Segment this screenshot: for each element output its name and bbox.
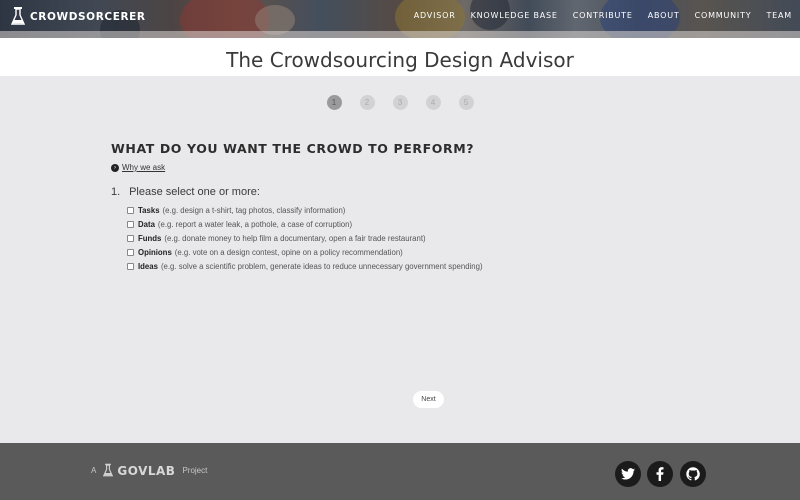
why-we-ask-link[interactable]: Why we ask [122,163,165,172]
checkbox[interactable] [127,220,134,228]
option-label: Ideas [138,262,158,272]
option-hint: (e.g. design a t-shirt, tag photos, clas… [162,205,346,215]
option-tasks[interactable]: Tasks (e.g. design a t-shirt, tag photos… [127,203,483,217]
prompt-text: Please select one or more: [129,186,260,198]
step-1[interactable]: 1 [326,95,342,110]
banner-strip [0,31,800,38]
step-5[interactable]: 5 [458,95,474,110]
option-ideas[interactable]: Ideas (e.g. solve a scientific problem, … [127,260,483,274]
facebook-icon [656,467,664,481]
option-opinions[interactable]: Opinions (e.g. vote on a design contest,… [127,246,483,260]
options-list: Tasks (e.g. design a t-shirt, tag photos… [127,203,483,274]
checkbox[interactable] [127,234,134,242]
nav-advisor[interactable]: ADVISOR [414,11,456,20]
next-button[interactable]: Next [413,391,444,408]
option-data[interactable]: Data (e.g. report a water leak, a pothol… [127,217,483,231]
footer-suffix: Project [182,466,208,475]
step-2[interactable]: 2 [359,95,375,110]
header-banner: CROWDSORCERER ADVISOR KNOWLEDGE BASE CON… [0,0,800,38]
nav-contribute[interactable]: CONTRIBUTE [573,11,633,20]
option-hint: (e.g. report a water leak, a pothole, a … [157,219,353,229]
footer: A GOVLAB Project [0,443,800,500]
nav-about[interactable]: ABOUT [648,11,680,20]
footer-prefix: A [91,466,97,475]
checkbox[interactable] [127,249,134,257]
checkbox[interactable] [127,263,134,271]
option-label: Funds [138,233,162,243]
arrow-circle-icon: › [111,163,119,172]
option-hint: (e.g. solve a scientific problem, genera… [160,262,483,272]
step-4[interactable]: 4 [425,95,441,110]
nav-community[interactable]: COMMUNITY [695,11,752,20]
step-indicator: 1 2 3 4 5 [0,95,800,110]
govlab-brand[interactable]: A GOVLAB Project [91,463,207,478]
option-label: Opinions [138,248,172,258]
option-hint: (e.g. donate money to help film a docume… [164,233,426,243]
option-hint: (e.g. vote on a design contest, opine on… [174,248,403,258]
checkbox[interactable] [127,206,134,214]
flask-icon [11,7,25,25]
nav-knowledge-base[interactable]: KNOWLEDGE BASE [471,11,558,20]
flask-icon [103,463,114,477]
question-prompt: 1. Please select one or more: [111,186,260,198]
brand-name: CROWDSORCERER [30,10,146,23]
govlab-logo-text: GOVLAB [117,463,176,478]
nav-team[interactable]: TEAM [766,11,792,20]
step-3[interactable]: 3 [392,95,408,110]
why-we-ask[interactable]: › Why we ask [111,163,165,172]
github-button[interactable] [680,461,706,487]
question-heading: WHAT DO YOU WANT THE CROWD TO PERFORM? [111,141,475,156]
option-label: Data [138,219,155,229]
twitter-icon [621,468,635,480]
page-title: The Crowdsourcing Design Advisor [226,48,574,72]
github-icon [686,467,700,481]
twitter-button[interactable] [615,461,641,487]
title-band: The Crowdsourcing Design Advisor [0,38,800,76]
facebook-button[interactable] [647,461,673,487]
option-label: Tasks [138,205,160,215]
main-nav: ADVISOR KNOWLEDGE BASE CONTRIBUTE ABOUT … [399,11,792,20]
option-funds[interactable]: Funds (e.g. donate money to help film a … [127,231,483,245]
brand-logo[interactable]: CROWDSORCERER [11,7,146,26]
question-number: 1. [111,186,121,198]
